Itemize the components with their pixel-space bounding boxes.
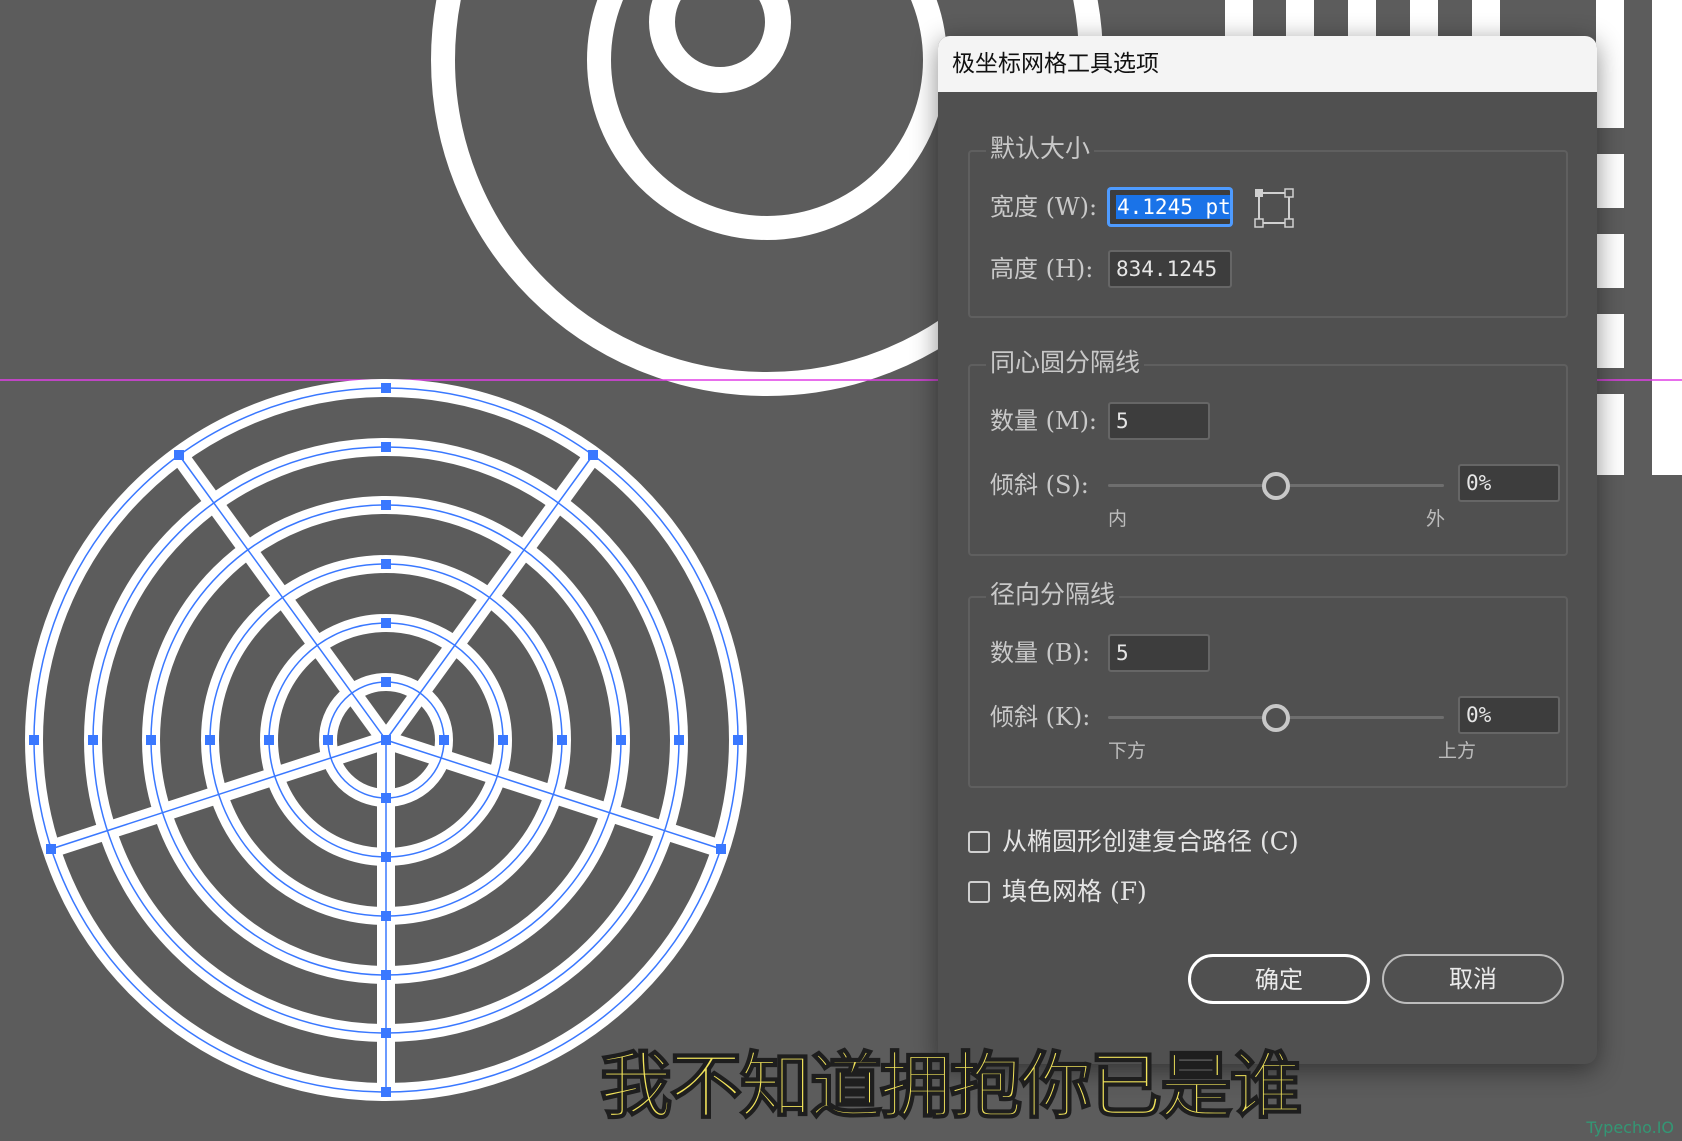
fill-grid-checkbox[interactable] xyxy=(968,881,990,903)
radial-skew-max-label: 上方 xyxy=(1438,740,1477,762)
concentric-skew-slider-knob[interactable] xyxy=(1262,472,1290,500)
concentric-skew-input[interactable]: 0% xyxy=(1458,464,1560,502)
concentric-skew-min-label: 内 xyxy=(1108,508,1128,530)
compound-path-checkbox-label[interactable]: 从椭圆形创建复合路径 (C) xyxy=(1002,826,1299,858)
default-size-legend: 默认大小 xyxy=(986,134,1095,164)
radial-skew-min-label: 下方 xyxy=(1108,740,1147,762)
radial-count-label: 数量 (B): xyxy=(990,639,1091,667)
ok-button[interactable]: 确定 xyxy=(1188,954,1370,1004)
radial-count-input[interactable]: 5 xyxy=(1108,634,1210,672)
radial-dividers-group: 径向分隔线 数量 (B): 5 倾斜 (K): 0% 下方 上方 xyxy=(968,580,1568,788)
width-label: 宽度 (W): xyxy=(990,193,1098,221)
cancel-button[interactable]: 取消 xyxy=(1382,954,1564,1004)
concentric-skew-max-label: 外 xyxy=(1426,508,1446,530)
compound-path-checkbox[interactable] xyxy=(968,831,990,853)
video-subtitle: 我不知道拥抱你已是谁 xyxy=(599,1043,1303,1129)
watermark: Typecho.IO xyxy=(1586,1118,1674,1137)
height-input[interactable]: 834.1245 xyxy=(1108,250,1232,288)
radial-skew-label: 倾斜 (K): xyxy=(990,703,1091,731)
concentric-skew-label: 倾斜 (S): xyxy=(990,471,1089,499)
concentric-count-input[interactable]: 5 xyxy=(1108,402,1210,440)
radial-skew-slider-knob[interactable] xyxy=(1262,704,1290,732)
height-label: 高度 (H): xyxy=(990,255,1094,283)
reference-point-icon[interactable] xyxy=(1254,188,1294,228)
concentric-count-label: 数量 (M): xyxy=(990,407,1098,435)
radial-dividers-legend: 径向分隔线 xyxy=(986,580,1120,610)
polar-grid-artwork[interactable] xyxy=(25,379,747,1101)
concentric-dividers-legend: 同心圆分隔线 xyxy=(986,348,1145,378)
polar-grid-tool-options-dialog: 极坐标网格工具选项 默认大小 宽度 (W): 4.1245 pt 高度 (H):… xyxy=(938,36,1597,1064)
dialog-title: 极坐标网格工具选项 xyxy=(938,36,1597,92)
default-size-group: 默认大小 宽度 (W): 4.1245 pt 高度 (H): 834.1245 xyxy=(968,134,1568,318)
width-input[interactable]: 4.1245 pt xyxy=(1108,188,1232,226)
fill-grid-checkbox-label[interactable]: 填色网格 (F) xyxy=(1002,876,1147,908)
concentric-dividers-group: 同心圆分隔线 数量 (M): 5 倾斜 (S): 0% 内 外 xyxy=(968,348,1568,556)
radial-skew-input[interactable]: 0% xyxy=(1458,696,1560,734)
